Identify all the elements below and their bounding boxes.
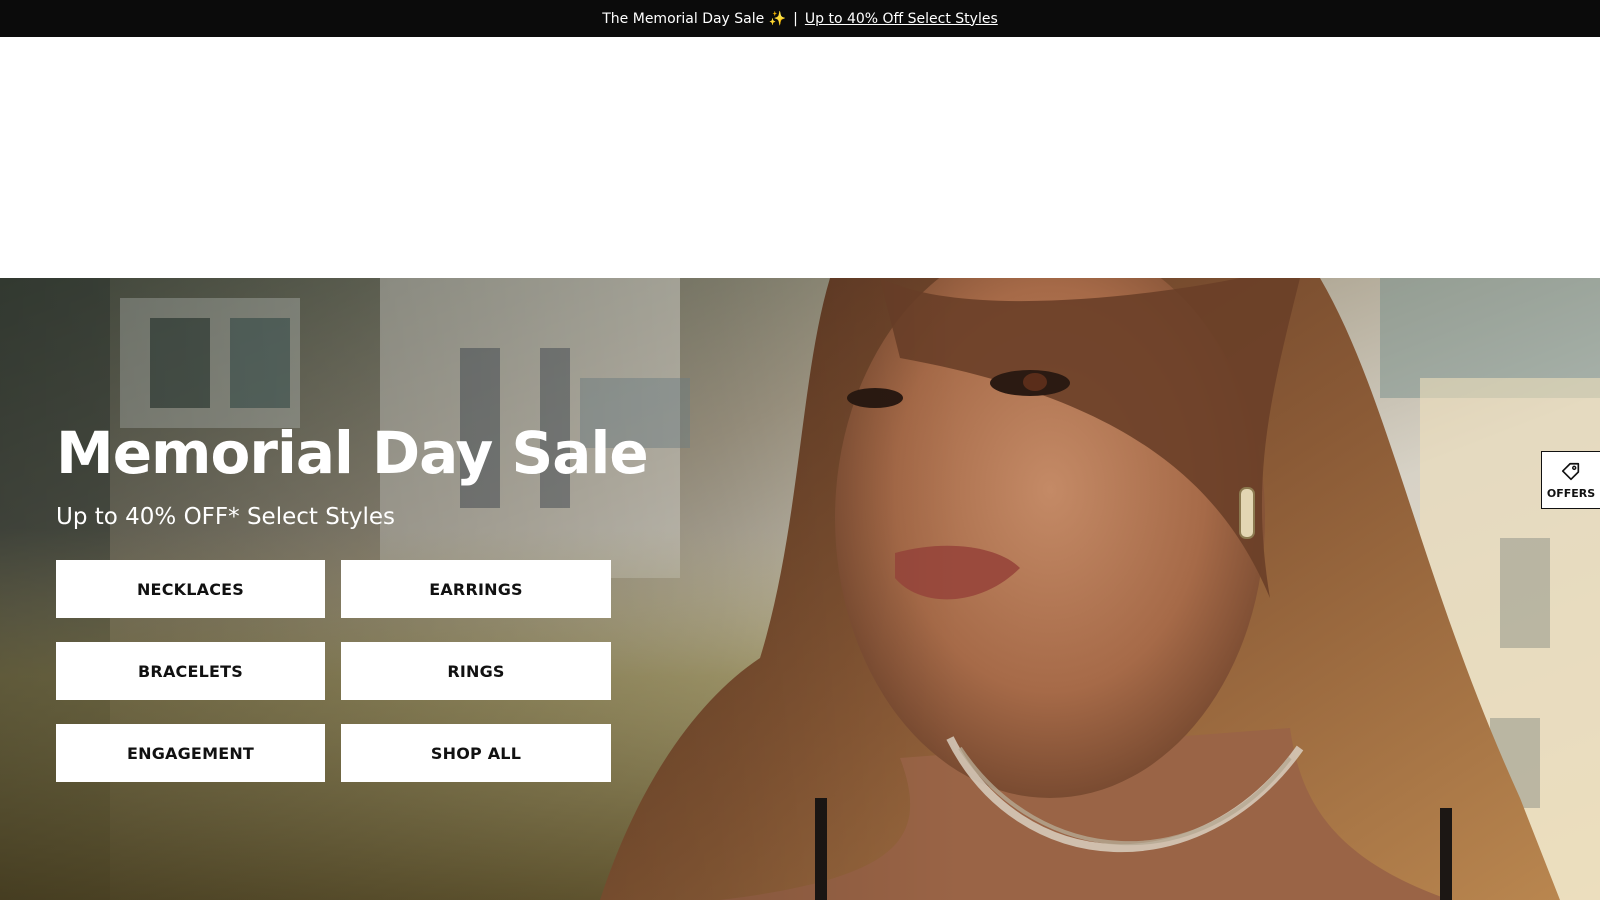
tag-icon (1561, 462, 1580, 480)
hero-subtitle: Up to 40% OFF* Select Styles (56, 504, 395, 530)
engagement-button[interactable]: ENGAGEMENT (56, 724, 325, 782)
shop-all-button[interactable]: SHOP ALL (341, 724, 611, 782)
hero-content: Memorial Day Sale Up to 40% OFF* Select … (56, 418, 649, 782)
category-button-grid: NECKLACES EARRINGS BRACELETS RINGS ENGAG… (56, 560, 648, 782)
announcement-text: The Memorial Day Sale ✨ (602, 10, 787, 27)
earrings-button[interactable]: EARRINGS (341, 560, 611, 618)
offers-label: OFFERS (1546, 486, 1596, 500)
hero-title: Memorial Day Sale (56, 419, 649, 487)
hero-banner: Memorial Day Sale Up to 40% OFF* Select … (0, 278, 1600, 900)
announcement-link[interactable]: Up to 40% Off Select Styles (805, 11, 998, 27)
rings-button[interactable]: RINGS (341, 642, 611, 700)
necklaces-button[interactable]: NECKLACES (56, 560, 325, 618)
offers-tab[interactable]: OFFERS (1541, 451, 1600, 509)
announcement-separator: | (793, 10, 798, 27)
bracelets-button[interactable]: BRACELETS (56, 642, 325, 700)
header-area (0, 37, 1600, 278)
announcement-bar: The Memorial Day Sale ✨ | Up to 40% Off … (0, 0, 1600, 37)
